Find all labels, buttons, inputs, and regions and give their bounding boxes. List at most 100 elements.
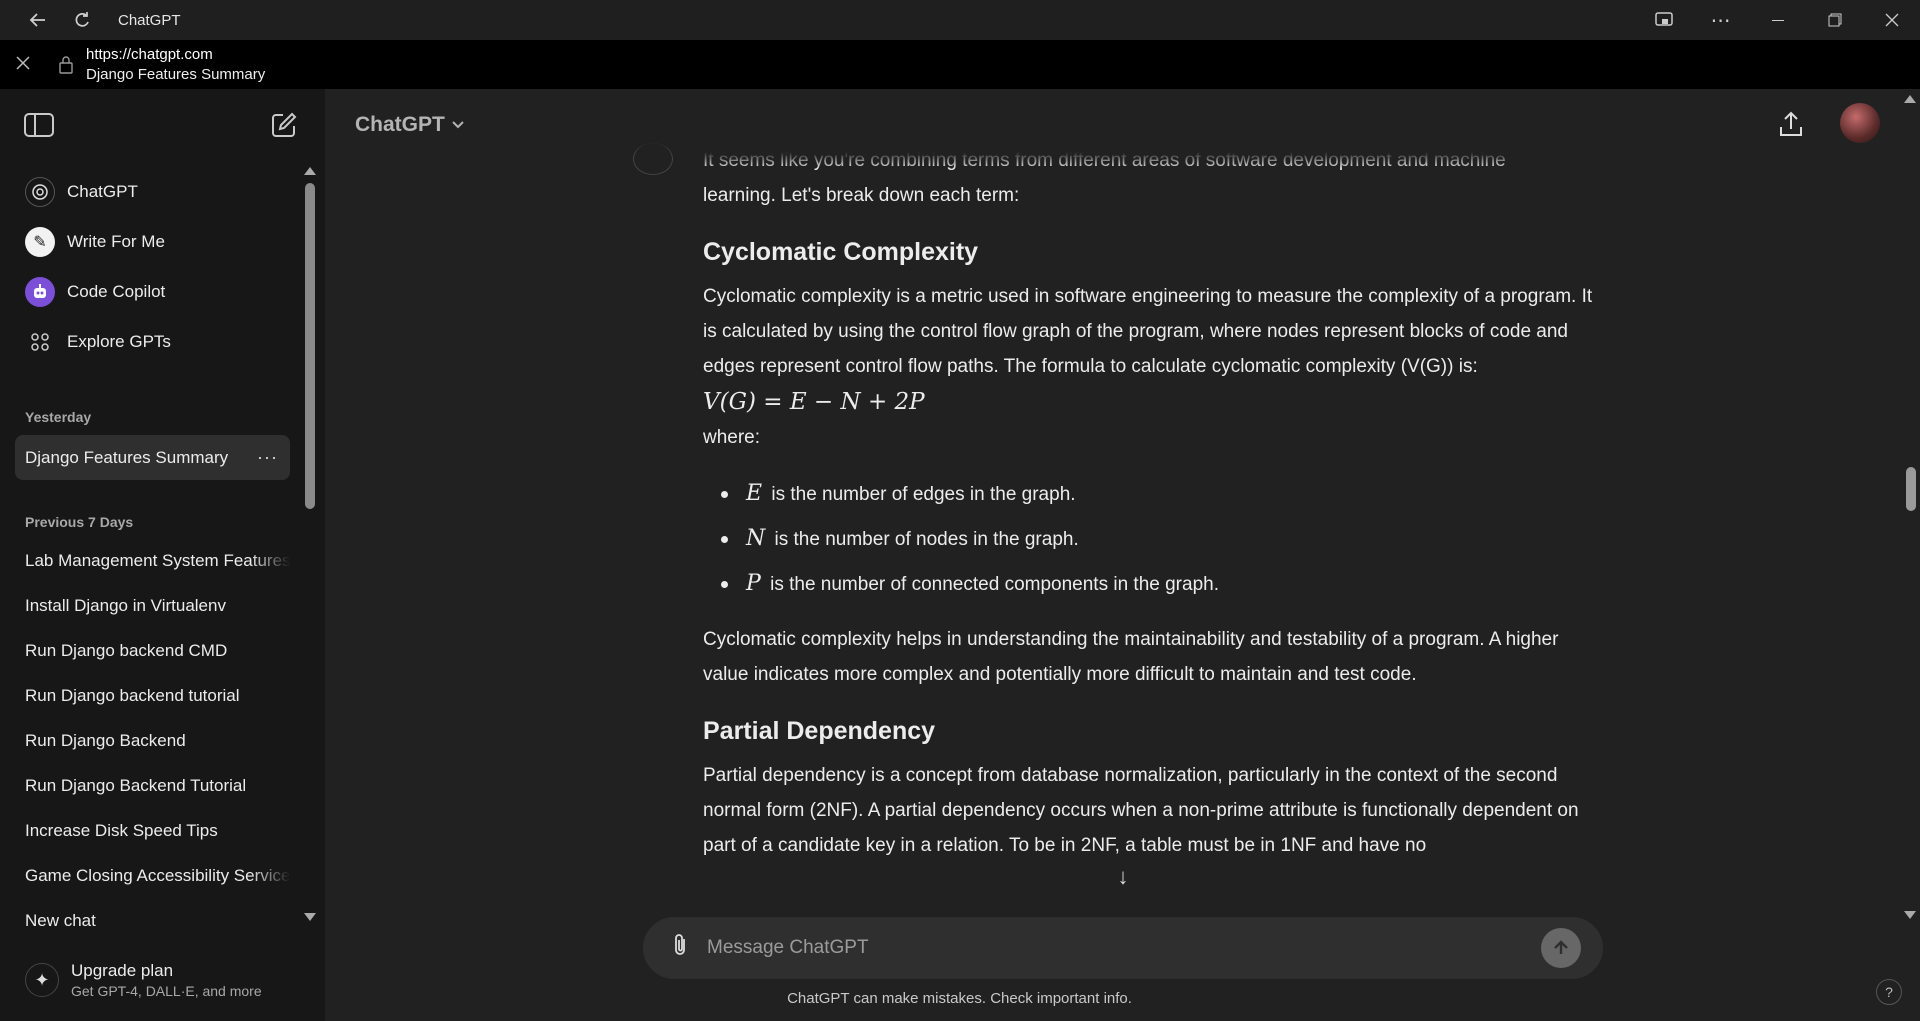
composer: [643, 917, 1603, 979]
more-options-button[interactable]: ⋯: [1692, 0, 1749, 40]
minimize-icon: [1771, 19, 1784, 21]
main-scrollbar[interactable]: [1900, 89, 1920, 919]
chat-item-label: Run Django backend tutorial: [25, 685, 240, 705]
back-button[interactable]: [16, 0, 60, 40]
model-selector[interactable]: ChatGPT: [355, 113, 465, 137]
bullet-list: E is the number of edges in the graph. N…: [703, 471, 1603, 606]
chat-item[interactable]: New chat: [0, 898, 290, 927]
scroll-down-arrow-icon[interactable]: [1904, 911, 1916, 919]
list-item: P is the number of connected components …: [713, 561, 1603, 606]
content-top-fade: [703, 143, 1603, 169]
chat-item[interactable]: Run Django Backend: [0, 718, 290, 763]
chat-item[interactable]: Install Django in Virtualenv: [0, 583, 290, 628]
upgrade-subtitle: Get GPT-4, DALL·E, and more: [71, 983, 262, 999]
chat-item[interactable]: Lab Management System Features: [0, 538, 290, 583]
new-chat-icon: [272, 112, 297, 137]
question-mark-icon: ?: [1885, 984, 1893, 1000]
chat-item-label: Django Features Summary: [25, 447, 229, 467]
chat-item-label: New chat: [25, 910, 96, 928]
pen-icon: ✎: [25, 227, 55, 257]
model-name: ChatGPT: [355, 113, 445, 136]
arrow-down-icon: ↓: [1117, 864, 1129, 889]
scroll-to-bottom-button[interactable]: ↓: [1106, 860, 1140, 894]
lock-icon: [46, 55, 86, 74]
avatar[interactable]: [1840, 103, 1880, 143]
gpt-item-chatgpt[interactable]: ChatGPT: [0, 167, 300, 217]
chat-item-label: Increase Disk Speed Tips: [25, 820, 218, 840]
gpt-item-code-copilot[interactable]: Code Copilot: [0, 267, 300, 317]
address-bar: https://chatgpt.com Django Features Summ…: [0, 40, 1920, 89]
gpt-item-explore-gpts[interactable]: Explore GPTs: [0, 317, 300, 367]
scroll-up-arrow-icon[interactable]: [304, 167, 316, 175]
sidebar-toggle-icon[interactable]: [24, 113, 54, 137]
chat-item[interactable]: Game Closing Accessibility Service: [0, 853, 290, 898]
close-icon: [1885, 13, 1898, 27]
paragraph: Partial dependency is a concept from dat…: [703, 765, 1579, 856]
gpt-item-write-for-me[interactable]: ✎ Write For Me: [0, 217, 300, 267]
chat-options-icon[interactable]: ···: [257, 447, 278, 468]
sidebar-scrollbar[interactable]: [300, 161, 320, 927]
more-horizontal-icon: ⋯: [1710, 9, 1731, 32]
math-variable: N: [746, 526, 766, 551]
address-url: https://chatgpt.com: [86, 45, 213, 63]
upgrade-plan-button[interactable]: ✦ Upgrade plan Get GPT-4, DALL·E, and mo…: [0, 939, 325, 1021]
list-item: E is the number of edges in the graph.: [713, 471, 1603, 516]
list-item-text: is the number of connected components in…: [770, 574, 1219, 595]
reload-button[interactable]: [60, 0, 104, 40]
heading-partial-dependency: Partial Dependency: [703, 717, 936, 745]
address-info[interactable]: https://chatgpt.com Django Features Summ…: [86, 45, 265, 85]
intro-line: learning. Let's break down each term:: [703, 185, 1020, 206]
back-arrow-icon: [29, 13, 45, 27]
disclaimer-text: ChatGPT can make mistakes. Check importa…: [787, 990, 1132, 1007]
gpt-item-label: Explore GPTs: [67, 332, 171, 351]
assistant-message: It seems like you're combining terms fro…: [703, 143, 1603, 863]
paragraph: Cyclomatic complexity helps in understan…: [703, 629, 1559, 685]
chat-item[interactable]: Run Django backend tutorial: [0, 673, 290, 718]
disclaimer: ChatGPT can make mistakes. Check importa…: [325, 990, 1920, 1007]
restore-icon: [1828, 13, 1841, 27]
chat-item-label: Run Django Backend Tutorial: [25, 775, 247, 795]
send-button[interactable]: [1541, 928, 1581, 968]
scrollbar-thumb[interactable]: [305, 183, 315, 509]
message-input[interactable]: [707, 937, 1541, 959]
gpt-item-label: Write For Me: [67, 232, 165, 251]
gpt-item-label: ChatGPT: [67, 182, 138, 201]
minimize-button[interactable]: [1749, 0, 1806, 40]
share-button[interactable]: [1775, 109, 1807, 141]
help-button[interactable]: ?: [1876, 979, 1902, 1005]
close-window-button[interactable]: [1863, 0, 1920, 40]
scroll-up-arrow-icon[interactable]: [1904, 95, 1916, 103]
chevron-down-icon: [451, 117, 465, 133]
scroll-down-arrow-icon[interactable]: [304, 913, 316, 921]
attach-button[interactable]: [663, 932, 697, 964]
formula: V(G) = E − N + 2P: [703, 389, 925, 415]
paperclip-icon: [675, 934, 685, 955]
title-bar: ChatGPT ⋯: [0, 0, 1920, 40]
chat-item-label: Install Django in Virtualenv: [25, 595, 226, 615]
robot-icon: [25, 277, 55, 307]
list-item-text: is the number of nodes in the graph.: [774, 529, 1079, 550]
address-page-title: Django Features Summary: [86, 65, 266, 83]
chat-item[interactable]: Run Django backend CMD: [0, 628, 290, 673]
paragraph: Cyclomatic complexity is a metric used i…: [703, 286, 1593, 377]
section-label-previous-7-days: Previous 7 Days: [25, 514, 134, 530]
restore-button[interactable]: [1806, 0, 1863, 40]
paragraph: where:: [703, 427, 761, 448]
window-title: ChatGPT: [118, 11, 181, 29]
sidebar-scroll-area: ChatGPT ✎ Write For Me Code Copilot Expl…: [0, 161, 300, 927]
list-item-text: is the number of edges in the graph.: [771, 484, 1076, 505]
close-icon: [16, 56, 30, 70]
cast-button[interactable]: [1635, 0, 1692, 40]
chat-item[interactable]: Increase Disk Speed Tips: [0, 808, 290, 853]
new-chat-button[interactable]: [270, 111, 298, 139]
scrollbar-thumb[interactable]: [1906, 467, 1916, 511]
sparkle-icon: ✦: [25, 963, 59, 997]
gpt-item-label: Code Copilot: [67, 282, 166, 301]
chat-item-active[interactable]: Django Features Summary ···: [15, 435, 290, 480]
math-variable: P: [746, 571, 761, 596]
grid-icon: [25, 327, 55, 357]
stop-loading-button[interactable]: [0, 53, 46, 76]
chat-item-label: Run Django backend CMD: [25, 640, 228, 660]
chat-item[interactable]: Run Django Backend Tutorial: [0, 763, 290, 808]
reload-icon: [75, 12, 89, 27]
